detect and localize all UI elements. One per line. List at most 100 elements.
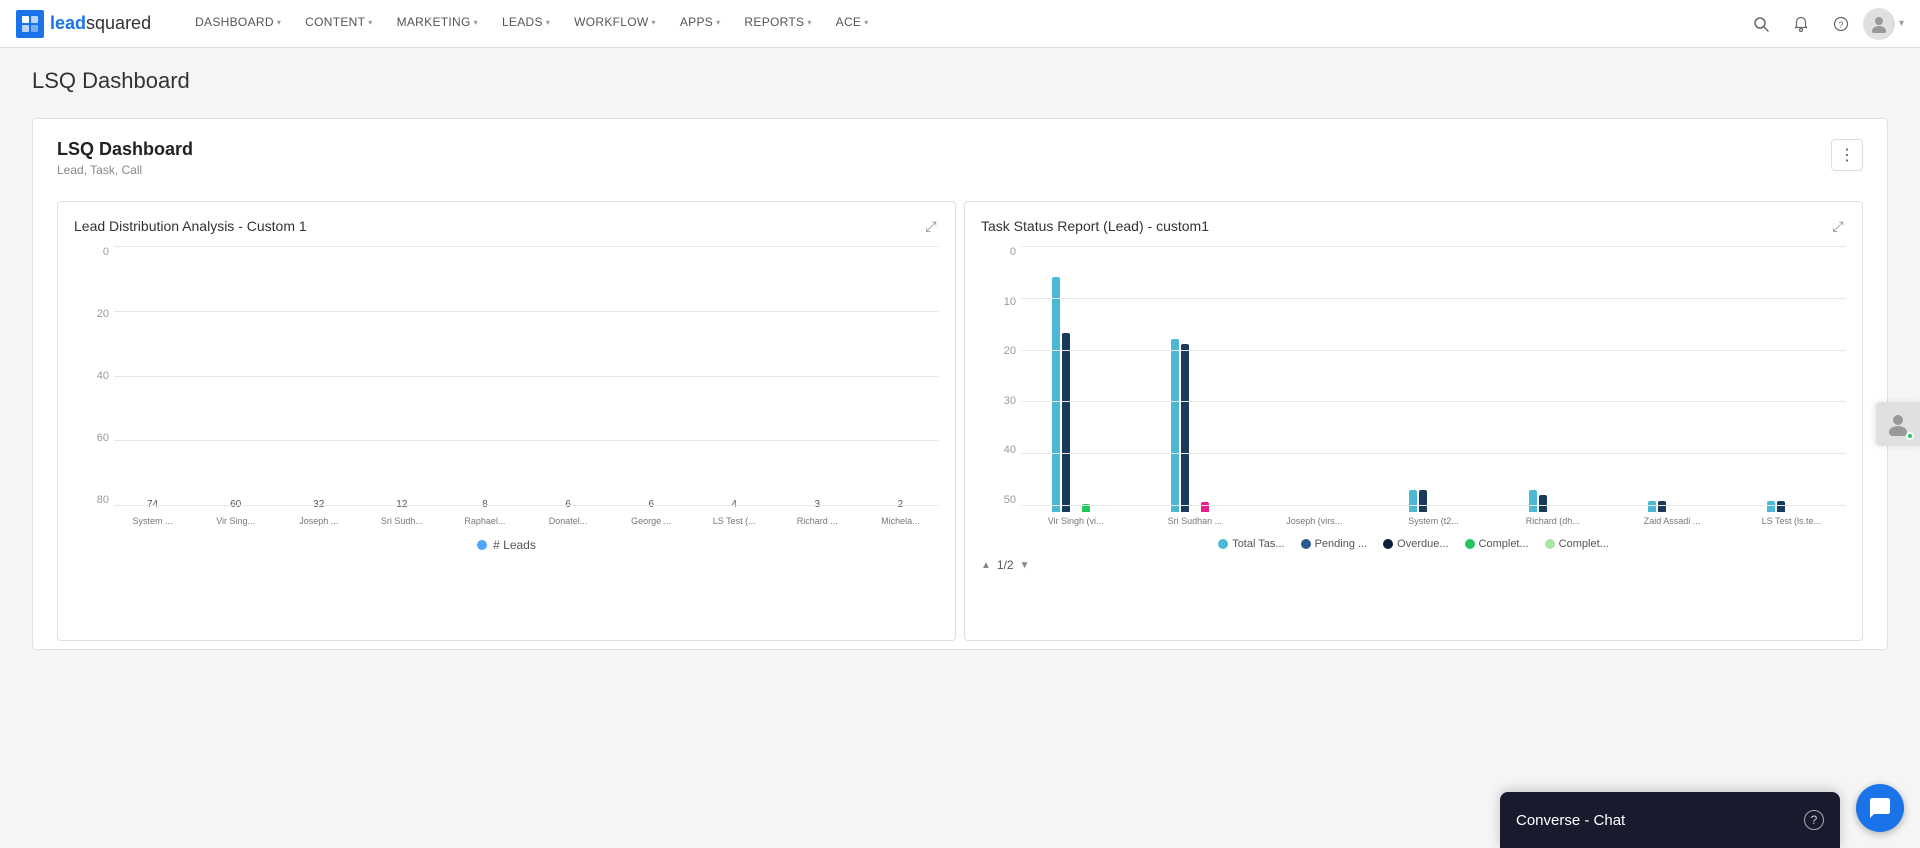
pagination-next-button[interactable]: ▼ — [1020, 560, 1030, 571]
pagination-info: 1/2 — [997, 558, 1014, 572]
dashboard-title: LSQ Dashboard — [57, 139, 193, 160]
chat-fab-button[interactable] — [1856, 784, 1904, 832]
y-axis-right: 50 40 30 20 10 0 — [981, 246, 1016, 506]
search-button[interactable] — [1743, 6, 1779, 42]
bar-group: 12 Sri Sudh... — [363, 499, 440, 526]
bar-group: 6 Donatel... — [529, 499, 606, 526]
chevron-down-icon: ▾ — [864, 18, 868, 27]
bar-label: Joseph (virs... — [1286, 516, 1342, 526]
nav-right-icons: ? ▾ — [1743, 6, 1904, 42]
expand-chart-left-button[interactable]: ⤢ — [921, 216, 941, 236]
notifications-button[interactable] — [1783, 6, 1819, 42]
chevron-down-icon: ▾ — [652, 18, 656, 27]
chevron-down-icon: ▾ — [474, 18, 478, 27]
converse-chat-icons: ? — [1804, 810, 1824, 830]
chat-bubble-icon — [1868, 796, 1892, 820]
nav-marketing[interactable]: MARKETING ▾ — [385, 0, 490, 48]
expand-chart-right-button[interactable]: ⤢ — [1828, 216, 1848, 236]
nav-ace[interactable]: ACE ▾ — [824, 0, 881, 48]
dashboard-header: LSQ Dashboard Lead, Task, Call ⋮ — [57, 139, 1863, 177]
legend-item: Pending ... — [1301, 538, 1368, 550]
legend-item: Overdue... — [1383, 538, 1448, 550]
converse-chat-bar[interactable]: Converse - Chat ? — [1500, 792, 1840, 848]
page-content: LSQ Dashboard LSQ Dashboard Lead, Task, … — [0, 48, 1920, 670]
bar-group: 60 Vir Sing... — [197, 499, 274, 526]
legend-dot-icon — [477, 540, 487, 550]
charts-row: Lead Distribution Analysis - Custom 1 ⤢ … — [57, 193, 1863, 649]
nav-content[interactable]: CONTENT ▾ — [293, 0, 384, 48]
chevron-down-icon: ▾ — [368, 18, 372, 27]
legend-item: Complet... — [1465, 538, 1529, 550]
grid-lines-left — [114, 246, 939, 506]
bar-group-right: Sri Sudhan ... — [1140, 339, 1249, 526]
chevron-down-icon: ▾ — [716, 18, 720, 27]
bar-chart-left: 80 60 40 20 0 — [74, 246, 939, 552]
legend-color-icon — [1383, 539, 1393, 549]
bar-label: Sri Sudhan ... — [1168, 516, 1223, 526]
chevron-down-icon: ▾ — [807, 18, 811, 27]
bar-group-right: System (t2... — [1379, 490, 1488, 526]
dashboard-card: LSQ Dashboard Lead, Task, Call ⋮ Lead Di… — [32, 118, 1888, 650]
chart-lead-distribution: Lead Distribution Analysis - Custom 1 ⤢ … — [57, 201, 956, 641]
floating-user-avatar[interactable] — [1876, 402, 1920, 446]
legend-label: # Leads — [493, 538, 536, 552]
legend-color-icon — [1465, 539, 1475, 549]
nav-workflow[interactable]: WORKFLOW ▾ — [562, 0, 668, 48]
online-status-indicator — [1906, 432, 1914, 440]
navbar: leadsquared DASHBOARD ▾ CONTENT ▾ MARKET… — [0, 0, 1920, 48]
y-axis-left: 80 60 40 20 0 — [74, 246, 109, 506]
bar-label: System (t2... — [1408, 516, 1459, 526]
bar-group-right: LS Test (ls.te... — [1737, 501, 1846, 526]
bar-group: 6 George ... — [613, 499, 690, 526]
bar-group-right: Zaid Assadi ... — [1617, 501, 1726, 526]
logo-icon — [16, 10, 44, 38]
nav-menu: DASHBOARD ▾ CONTENT ▾ MARKETING ▾ LEADS … — [183, 0, 1743, 48]
chevron-down-icon: ▾ — [546, 18, 550, 27]
bar-label: LS Test (ls.te... — [1762, 516, 1821, 526]
bar-label: Vir Singh (vi... — [1048, 516, 1104, 526]
bar-label: Zaid Assadi ... — [1644, 516, 1701, 526]
nav-reports[interactable]: REPORTS ▾ — [732, 0, 823, 48]
legend-item: Complet... — [1545, 538, 1609, 550]
bar-group-right: Vir Singh (vi... — [1021, 277, 1130, 526]
bar-chart-right: 50 40 30 20 10 0 — [981, 246, 1846, 572]
user-avatar[interactable] — [1863, 8, 1895, 40]
dashboard-subtitle: Lead, Task, Call — [57, 163, 193, 177]
chevron-down-icon: ▾ — [277, 18, 281, 27]
bar-group: 4 LS Test (... — [696, 499, 773, 526]
chart-right-legend: Total Tas... Pending ... Overdue... — [981, 538, 1846, 550]
nav-dashboard[interactable]: DASHBOARD ▾ — [183, 0, 293, 48]
svg-text:?: ? — [1838, 20, 1843, 30]
dashboard-menu-button[interactable]: ⋮ — [1831, 139, 1863, 171]
chart-left-title: Lead Distribution Analysis - Custom 1 — [74, 218, 939, 234]
legend-color-icon — [1301, 539, 1311, 549]
bar-label: Richard (dh... — [1526, 516, 1580, 526]
legend-color-icon — [1218, 539, 1228, 549]
user-menu-chevron[interactable]: ▾ — [1899, 18, 1904, 29]
nav-leads[interactable]: LEADS ▾ — [490, 0, 562, 48]
bar-chart-inner-right: 50 40 30 20 10 0 — [981, 246, 1846, 526]
pagination-prev-button[interactable]: ▲ — [981, 560, 991, 571]
bar-group: 8 Raphael... — [446, 499, 523, 526]
logo[interactable]: leadsquared — [16, 10, 151, 38]
dashboard-info: LSQ Dashboard Lead, Task, Call — [57, 139, 193, 177]
bar-group: 74 System ... — [114, 499, 191, 526]
bar-chart-inner-left: 80 60 40 20 0 — [74, 246, 939, 526]
chart-pagination: ▲ 1/2 ▼ — [981, 558, 1846, 572]
nav-apps[interactable]: APPS ▾ — [668, 0, 733, 48]
bar-group: 2 Michela... — [862, 499, 939, 526]
logo-text: leadsquared — [50, 13, 151, 34]
bar-group-right: Richard (dh... — [1498, 490, 1607, 526]
chart-right-title: Task Status Report (Lead) - custom1 — [981, 218, 1846, 234]
bar-group-right: Joseph (virs... — [1260, 512, 1369, 526]
legend-item: Total Tas... — [1218, 538, 1284, 550]
bar-group: 32 Joseph ... — [280, 499, 357, 526]
bar-group: 3 Richard ... — [779, 499, 856, 526]
converse-chat-title: Converse - Chat — [1516, 812, 1625, 829]
help-button[interactable]: ? — [1823, 6, 1859, 42]
page-title: LSQ Dashboard — [32, 68, 1888, 94]
converse-help-icon[interactable]: ? — [1804, 810, 1824, 830]
chart-task-status: Task Status Report (Lead) - custom1 ⤢ 50… — [964, 201, 1863, 641]
legend-color-icon — [1545, 539, 1555, 549]
chart-left-legend: # Leads — [74, 538, 939, 552]
